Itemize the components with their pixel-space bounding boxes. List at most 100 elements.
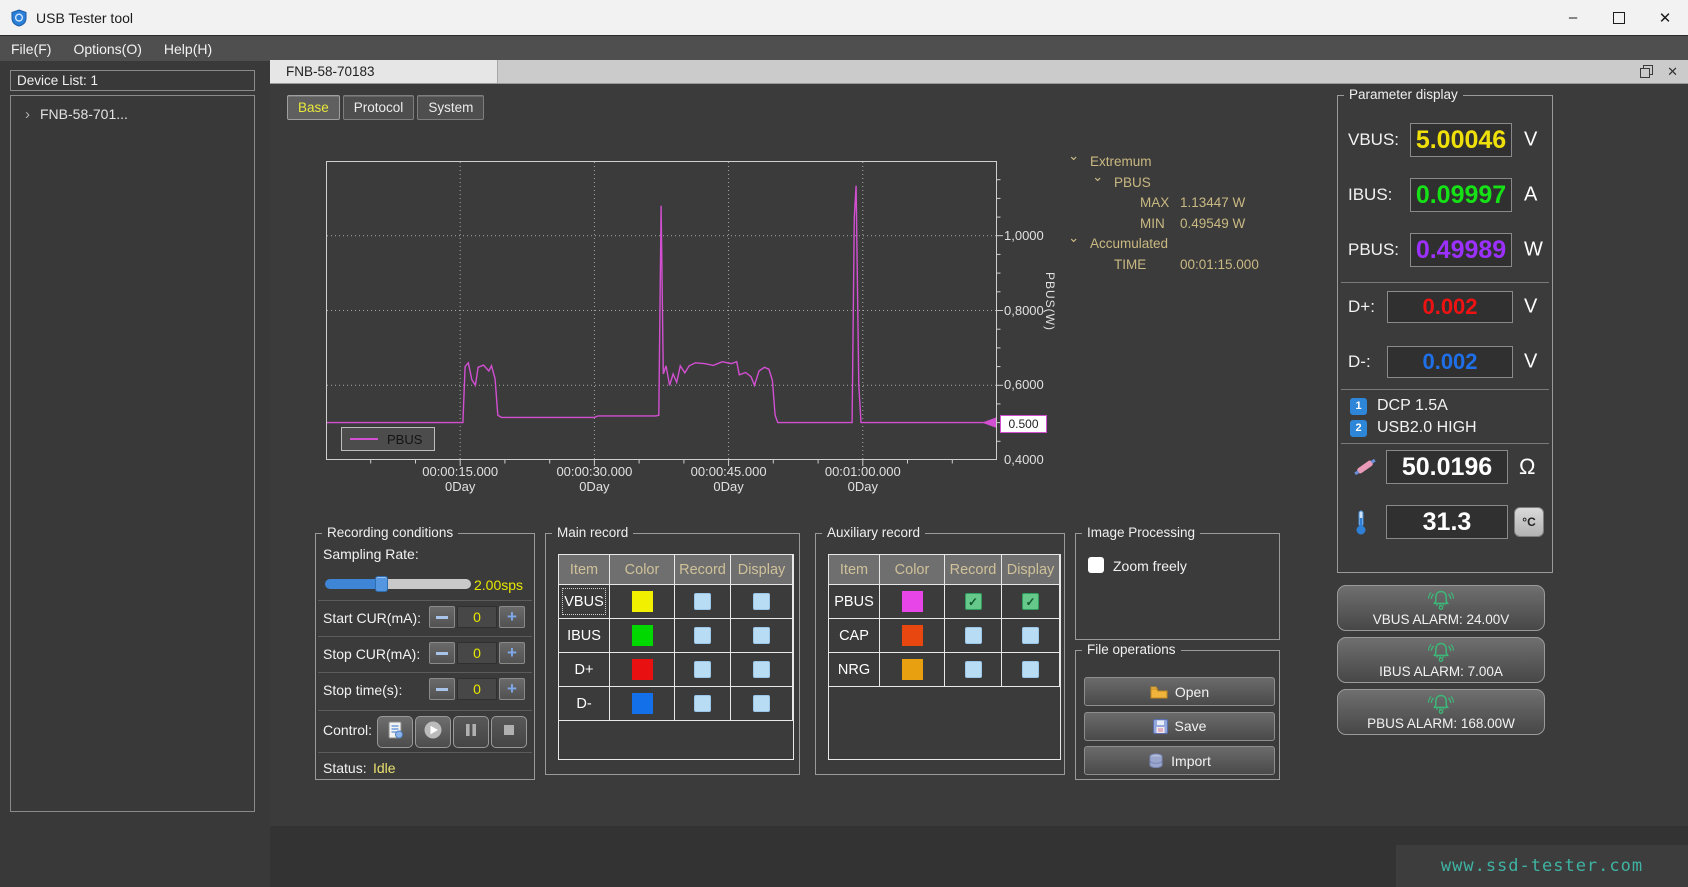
display-checkbox[interactable] bbox=[753, 661, 770, 678]
y-tick-label: 0,6000 bbox=[1004, 377, 1044, 393]
x-tick-day-label: 0Day bbox=[713, 479, 744, 494]
display-checkbox[interactable] bbox=[753, 627, 770, 644]
group-title: Auxiliary record bbox=[822, 525, 926, 540]
item-cell-ibus[interactable]: IBUS bbox=[559, 619, 609, 652]
menu-item-help[interactable]: Help(H) bbox=[153, 36, 223, 61]
display-checkbox[interactable] bbox=[753, 695, 770, 712]
play-button[interactable] bbox=[415, 716, 451, 748]
column-header-color: Color bbox=[610, 555, 674, 584]
menu-item-options[interactable]: Options(O) bbox=[62, 36, 152, 61]
color-swatch[interactable] bbox=[901, 591, 923, 612]
chart-marker-label: 0.500 bbox=[1000, 415, 1047, 433]
tab-system[interactable]: System bbox=[417, 95, 485, 120]
color-swatch[interactable] bbox=[901, 659, 923, 680]
display-checkbox[interactable]: ✓ bbox=[1022, 593, 1039, 610]
color-swatch[interactable] bbox=[631, 591, 653, 612]
record-checkbox[interactable] bbox=[694, 661, 711, 678]
collapse-chevron-icon[interactable]: ⌄ bbox=[1068, 148, 1079, 164]
start-cur-decrement-button[interactable] bbox=[429, 606, 455, 628]
record-checkbox[interactable] bbox=[694, 627, 711, 644]
ibus-value-box: 0.09997 bbox=[1410, 178, 1512, 212]
record-checkbox[interactable] bbox=[964, 627, 982, 644]
x-tick-label: 00:00:15.000 bbox=[422, 464, 499, 479]
stop-button[interactable] bbox=[491, 716, 527, 748]
temperature-unit-button[interactable]: °C bbox=[1514, 507, 1544, 537]
device-label: FNB-58-701... bbox=[40, 106, 128, 122]
zoom-freely-label: Zoom freely bbox=[1113, 558, 1187, 574]
stop-cur-decrement-button[interactable] bbox=[429, 642, 455, 664]
stop-cur-increment-button[interactable]: + bbox=[499, 642, 525, 664]
pbus-alarm-button[interactable]: PBUS ALARM: 168.00W bbox=[1337, 689, 1545, 735]
zoom-freely-checkbox[interactable] bbox=[1088, 557, 1104, 573]
close-button[interactable]: ✕ bbox=[1642, 0, 1688, 35]
record-log-icon bbox=[385, 720, 405, 745]
color-swatch[interactable] bbox=[631, 659, 653, 680]
resistance-value-box: 50.0196 bbox=[1386, 450, 1508, 484]
float-window-icon[interactable] bbox=[1640, 65, 1654, 78]
expand-chevron-icon[interactable]: › bbox=[25, 106, 30, 123]
stop-time-increment-button[interactable]: + bbox=[499, 678, 525, 700]
device-tree-item[interactable]: › FNB-58-701... bbox=[11, 102, 254, 126]
item-cell-cap[interactable]: CAP bbox=[829, 619, 879, 652]
main-record-group: Main record Item Color Record Display VBUS IB… bbox=[545, 525, 800, 775]
pbus-value-box: 0.49989 bbox=[1410, 233, 1512, 267]
save-button[interactable]: Save bbox=[1084, 711, 1275, 741]
stop-time-value[interactable]: 0 bbox=[457, 678, 497, 700]
subwindow-tab[interactable]: FNB-58-70183 bbox=[270, 60, 498, 83]
start-cur-increment-button[interactable]: + bbox=[499, 606, 525, 628]
dplus-unit: V bbox=[1524, 295, 1538, 318]
stop-cur-value[interactable]: 0 bbox=[457, 642, 497, 664]
slider-track-filled[interactable] bbox=[325, 579, 382, 589]
item-cell-d+[interactable]: D+ bbox=[559, 653, 609, 686]
record-checkbox[interactable] bbox=[964, 661, 982, 678]
display-checkbox[interactable] bbox=[1022, 661, 1039, 678]
color-swatch[interactable] bbox=[901, 625, 923, 646]
alarm-label: IBUS ALARM: 7.00A bbox=[1379, 664, 1503, 679]
group-title: Recording conditions bbox=[322, 525, 459, 540]
window-controls: – ✕ bbox=[1550, 0, 1688, 35]
color-cell bbox=[610, 653, 674, 686]
record-checkbox[interactable] bbox=[694, 695, 711, 712]
auxiliary-record-table: Item Color Record Display PBUS ✓ ✓ CAP NRG bbox=[828, 554, 1061, 760]
item-cell-nrg[interactable]: NRG bbox=[829, 653, 879, 686]
alarm-bell-icon bbox=[1428, 641, 1454, 663]
slider-track-empty[interactable] bbox=[381, 579, 471, 589]
menu-item-file[interactable]: File(F) bbox=[0, 36, 62, 61]
vbus-alarm-button[interactable]: VBUS ALARM: 24.00V bbox=[1337, 585, 1545, 631]
tab-protocol[interactable]: Protocol bbox=[342, 95, 415, 120]
collapse-chevron-icon[interactable]: ⌄ bbox=[1092, 169, 1103, 185]
minimize-button[interactable]: – bbox=[1550, 0, 1596, 35]
import-button[interactable]: Import bbox=[1084, 746, 1275, 775]
color-swatch[interactable] bbox=[631, 625, 653, 646]
ibus-alarm-button[interactable]: IBUS ALARM: 7.00A bbox=[1337, 637, 1545, 683]
stat-label: Accumulated bbox=[1090, 236, 1169, 251]
database-icon bbox=[1148, 753, 1164, 769]
pause-button[interactable] bbox=[453, 716, 489, 748]
item-cell-vbus[interactable]: VBUS bbox=[559, 585, 609, 618]
close-subwindow-icon[interactable]: ✕ bbox=[1667, 64, 1678, 80]
maximize-button[interactable] bbox=[1596, 0, 1642, 35]
stat-label: MAX bbox=[1140, 195, 1170, 210]
legend-line-sample bbox=[350, 438, 378, 440]
display-cell: ✓ bbox=[1002, 585, 1059, 618]
slider-handle[interactable] bbox=[374, 576, 388, 592]
record-checkbox[interactable]: ✓ bbox=[964, 593, 982, 610]
display-checkbox[interactable] bbox=[753, 593, 770, 610]
record-checkbox[interactable] bbox=[694, 593, 711, 610]
stats-tree-row[interactable]: ⌄ Accumulated bbox=[1060, 230, 1340, 253]
protocol-text-1: DCP 1.5A bbox=[1377, 397, 1448, 414]
pause-icon bbox=[461, 720, 481, 745]
record-log-button[interactable] bbox=[377, 716, 413, 748]
start-cur-value[interactable]: 0 bbox=[457, 606, 497, 628]
stats-tree-row[interactable]: ⌄ PBUS bbox=[1060, 169, 1340, 192]
display-checkbox[interactable] bbox=[1022, 627, 1039, 644]
item-cell-d-[interactable]: D- bbox=[559, 687, 609, 720]
column-header-item: Item bbox=[559, 555, 609, 584]
tab-base[interactable]: Base bbox=[287, 95, 340, 120]
sampling-rate-slider[interactable] bbox=[325, 576, 471, 592]
stop-time-decrement-button[interactable] bbox=[429, 678, 455, 700]
open-button[interactable]: Open bbox=[1084, 677, 1275, 706]
item-cell-pbus[interactable]: PBUS bbox=[829, 585, 879, 618]
color-swatch[interactable] bbox=[631, 693, 653, 714]
collapse-chevron-icon[interactable]: ⌄ bbox=[1068, 230, 1079, 246]
